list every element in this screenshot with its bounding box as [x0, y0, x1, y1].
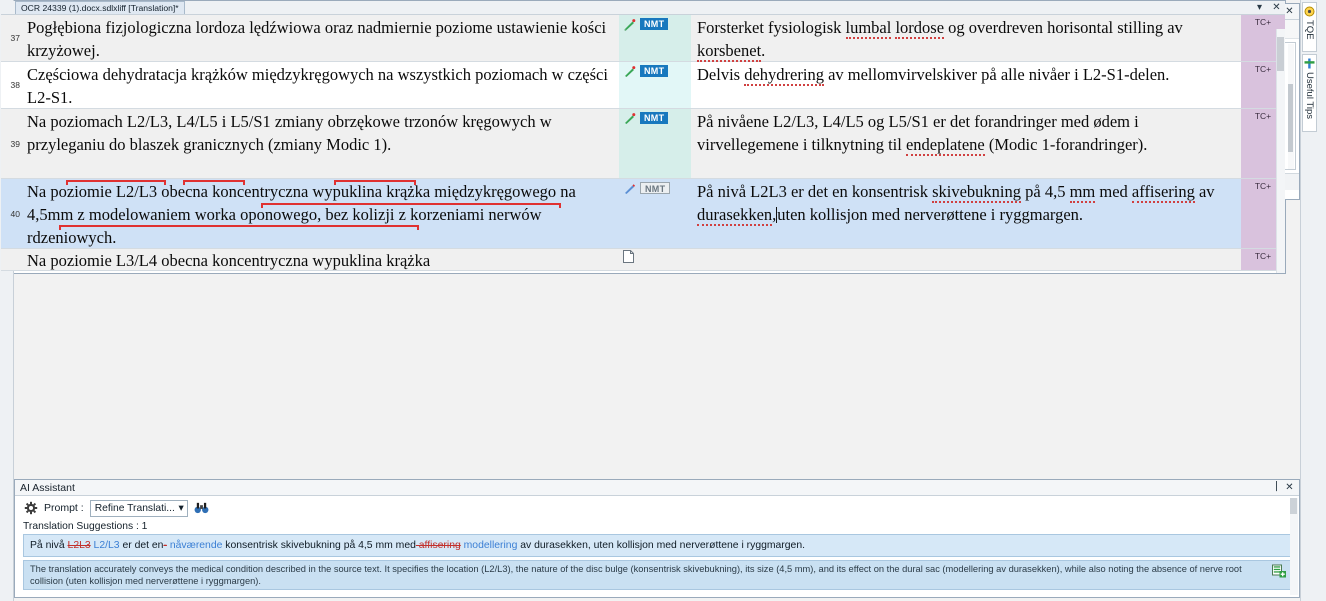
scrollbar-thumb[interactable]: [1277, 37, 1284, 71]
segment-number: [1, 249, 23, 270]
translation-suggestions-label: Translation Suggestions : 1: [23, 521, 148, 532]
panel-title: AI Assistant: [20, 481, 75, 494]
useful-tips-icon: [1304, 58, 1315, 69]
segment-source[interactable]: Na poziomach L2/L3, L4/L5 i L5/S1 zmiany…: [23, 109, 619, 178]
suggestion-inserted: nåværende: [166, 540, 223, 551]
spellcheck-mark: dehydrering: [744, 65, 824, 86]
segment-target[interactable]: Forsterket fysiologisk lumbal lordose og…: [691, 15, 1241, 62]
spellcheck-mark: lordose: [895, 18, 945, 39]
draft-pencil-icon: [623, 182, 636, 198]
segment-status[interactable]: NMT: [619, 109, 691, 178]
status-badge: NMT: [640, 112, 669, 124]
segment-number: 39: [1, 109, 23, 178]
nmt-confirmed-icon: [623, 65, 636, 81]
document-tab[interactable]: OCR 24339 (1).docx.sdlxliff [Translation…: [15, 1, 185, 14]
segment-number: 37: [1, 15, 23, 61]
close-icon[interactable]: ✕: [1270, 1, 1283, 14]
status-badge: NMT: [640, 182, 671, 194]
ai-assistant-panel: AI Assistant 丨 ✕ Prompt : Refine Transla…: [14, 479, 1300, 598]
table-row[interactable]: 38 Częściowa dehydratacja krążków między…: [1, 62, 1285, 109]
ai-assistant-caption: AI Assistant 丨 ✕: [15, 480, 1299, 496]
table-row[interactable]: Na poziomie L3/L4 obecna koncentryczna w…: [1, 249, 1285, 271]
editor-caption-buttons: ▾ ✕: [1253, 1, 1283, 14]
binoculars-icon[interactable]: [194, 501, 209, 516]
spellcheck-mark: endeplatene: [905, 135, 985, 156]
segment-status[interactable]: NMT: [619, 62, 691, 108]
spellcheck-mark: skivebukning: [932, 182, 1021, 203]
chevron-down-icon[interactable]: ▾: [1253, 1, 1266, 14]
apply-suggestion-icon[interactable]: [1272, 564, 1286, 582]
spellcheck-mark: durasekken: [697, 205, 773, 226]
segment-target[interactable]: [691, 249, 1241, 270]
right-dock-strip: TQE Useful Tips: [1300, 0, 1326, 601]
segment-status[interactable]: NMT: [619, 179, 691, 248]
nmt-confirmed-icon: [623, 112, 636, 128]
segment-source[interactable]: Pogłębiona fizjologiczna lordoza lędźwio…: [23, 15, 619, 61]
status-badge: NMT: [640, 65, 669, 77]
scrollbar-thumb[interactable]: [1290, 498, 1297, 514]
suggestion-deleted: L2L3: [67, 540, 91, 551]
pin-icon[interactable]: 丨: [1270, 481, 1283, 494]
segment-target[interactable]: Delvis dehydrering av mellomvirvelskiver…: [691, 62, 1241, 108]
term-list-scrollbar[interactable]: [1288, 44, 1294, 169]
editor-tabstrip: OCR 24339 (1).docx.sdlxliff [Translation…: [1, 1, 1285, 15]
sidebar-item-label: Useful Tips: [1304, 72, 1315, 119]
prompt-select[interactable]: Refine Translati... ▾: [89, 499, 188, 517]
segment-target[interactable]: På nivåene L2/L3, L4/L5 og L5/S1 er det …: [691, 109, 1241, 178]
table-row[interactable]: 39 Na poziomach L2/L3, L4/L5 i L5/S1 zmi…: [1, 109, 1285, 179]
status-badge: NMT: [640, 18, 669, 30]
prompt-value: Refine Translati...: [94, 502, 175, 514]
sidebar-item-useful-tips[interactable]: Useful Tips: [1302, 54, 1317, 132]
editor-scrollbar[interactable]: [1276, 29, 1285, 273]
table-row[interactable]: 37 Pogłębiona fizjologiczna lordoza lędź…: [1, 15, 1285, 62]
ai-assistant-scrollbar[interactable]: [1290, 498, 1298, 595]
empty-segment-icon: [623, 250, 634, 266]
close-icon[interactable]: ✕: [1283, 481, 1296, 494]
spellcheck-mark: affisering: [1131, 182, 1195, 203]
segment-number: 40: [1, 179, 23, 248]
sidebar-item-label: TQE: [1304, 20, 1315, 40]
suggestion-explanation: The translation accurately conveys the m…: [23, 560, 1291, 590]
trados-studio-window: Termbase Viewer TQE Useful Tips Translat…: [0, 0, 1326, 601]
suggestion-part: av durasekken, uten kollisjon med nerver…: [517, 540, 805, 551]
nmt-confirmed-icon: [623, 18, 636, 34]
ai-assistant-toolbar: Prompt : Refine Translati... ▾: [15, 496, 1299, 518]
suggestion-inserted: modellering: [460, 540, 518, 551]
explanation-text: The translation accurately conveys the m…: [30, 564, 1242, 586]
spellcheck-mark: lumbal: [845, 18, 892, 39]
suggestion-part: konsentrisk skivebukning på 4,5 mm med: [222, 540, 416, 551]
prompt-label: Prompt :: [44, 502, 84, 514]
scrollbar-thumb[interactable]: [1288, 84, 1293, 152]
table-row[interactable]: 40 Na poziomie L2/L3 obecna koncentryczn…: [1, 179, 1285, 249]
suggestion-part: er det en: [119, 540, 164, 551]
segment-target[interactable]: På nivå L2L3 er det en konsentrisk skive…: [691, 179, 1241, 248]
sidebar-item-tqe[interactable]: TQE: [1302, 2, 1317, 52]
segment-number: 38: [1, 62, 23, 108]
spellcheck-mark: korsbenet: [697, 41, 762, 62]
editor-panel: OCR 24339 (1).docx.sdlxliff [Translation…: [0, 0, 1286, 274]
tqe-icon: [1304, 6, 1315, 17]
text-caret: [776, 207, 778, 223]
suggestion-deleted: affisering: [415, 540, 461, 551]
spellcheck-mark: mm: [1069, 182, 1096, 203]
suggestion-part: På nivå: [30, 540, 68, 551]
segment-source[interactable]: Na poziomie L2/L3 obecna koncentryczna w…: [23, 179, 619, 248]
segment-grid: 37 Pogłębiona fizjologiczna lordoza lędź…: [1, 15, 1285, 273]
segment-source[interactable]: Na poziomie L3/L4 obecna koncentryczna w…: [23, 249, 619, 270]
suggestion-inserted: L2/L3: [90, 540, 120, 551]
chevron-down-icon: ▾: [178, 503, 184, 514]
gear-icon[interactable]: [23, 501, 38, 516]
segment-source-text: Na poziomie L2/L3 obecna koncentryczna w…: [27, 182, 576, 247]
translation-suggestion[interactable]: På nivå L2L3 L2/L3 er det en- nåværende …: [23, 534, 1291, 557]
segment-status[interactable]: NMT: [619, 15, 691, 61]
segment-source[interactable]: Częściowa dehydratacja krążków międzykrę…: [23, 62, 619, 108]
segment-status[interactable]: [619, 249, 691, 270]
